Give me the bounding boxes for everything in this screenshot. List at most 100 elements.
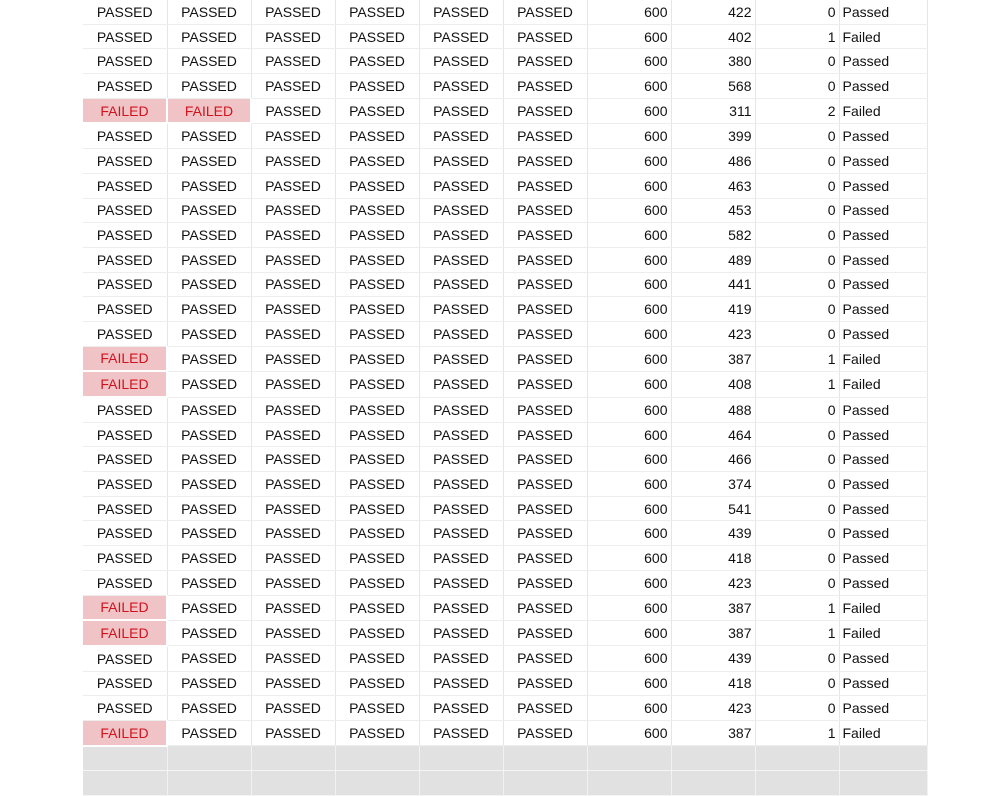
cell-check-3[interactable]: PASSED	[251, 98, 336, 124]
cell-limit[interactable]: 600	[587, 720, 672, 747]
empty-cell[interactable]	[251, 770, 336, 796]
empty-cell[interactable]	[335, 770, 420, 796]
cell-limit[interactable]: 600	[587, 24, 672, 50]
cell-limit[interactable]: 600	[587, 272, 672, 298]
cell-check-1[interactable]: PASSED	[83, 173, 168, 199]
cell-check-2[interactable]: PASSED	[167, 446, 252, 473]
cell-value[interactable]: 374	[671, 471, 756, 497]
cell-check-6[interactable]: PASSED	[503, 173, 588, 199]
cell-check-3[interactable]: PASSED	[251, 496, 336, 522]
cell-check-6[interactable]: PASSED	[503, 198, 588, 224]
cell-check-1[interactable]: PASSED	[83, 148, 168, 174]
cell-check-4[interactable]: PASSED	[335, 496, 420, 522]
empty-cell[interactable]	[83, 770, 168, 796]
cell-fail-count[interactable]: 0	[755, 272, 840, 298]
cell-limit[interactable]: 600	[587, 0, 672, 25]
cell-result[interactable]: Passed	[839, 397, 928, 423]
empty-cell[interactable]	[839, 770, 928, 796]
cell-limit[interactable]: 600	[587, 545, 672, 571]
cell-check-5[interactable]: PASSED	[419, 222, 504, 248]
cell-result[interactable]: Failed	[839, 720, 928, 747]
cell-result[interactable]: Passed	[839, 645, 928, 672]
cell-result[interactable]: Passed	[839, 496, 928, 522]
cell-fail-count[interactable]: 0	[755, 545, 840, 571]
empty-cell[interactable]	[755, 745, 840, 772]
cell-check-2[interactable]: PASSED	[167, 0, 252, 25]
cell-check-3[interactable]: PASSED	[251, 422, 336, 448]
cell-limit[interactable]: 600	[587, 296, 672, 322]
cell-result[interactable]: Passed	[839, 446, 928, 473]
cell-check-1[interactable]: PASSED	[83, 272, 168, 298]
cell-check-6[interactable]: PASSED	[503, 545, 588, 571]
cell-value[interactable]: 423	[671, 570, 756, 596]
cell-result[interactable]: Passed	[839, 73, 928, 99]
cell-check-6[interactable]: PASSED	[503, 496, 588, 522]
cell-fail-count[interactable]: 0	[755, 0, 840, 25]
cell-check-2[interactable]: PASSED	[167, 24, 252, 50]
cell-value[interactable]: 387	[671, 595, 756, 621]
cell-result[interactable]: Failed	[839, 620, 928, 647]
cell-check-3[interactable]: PASSED	[251, 645, 336, 672]
cell-fail-count[interactable]: 0	[755, 222, 840, 248]
cell-check-5[interactable]: PASSED	[419, 645, 504, 672]
cell-check-1[interactable]: PASSED	[83, 545, 168, 571]
empty-cell[interactable]	[503, 770, 588, 796]
cell-limit[interactable]: 600	[587, 321, 672, 347]
empty-cell[interactable]	[419, 770, 504, 796]
cell-check-1[interactable]: PASSED	[83, 645, 168, 672]
cell-result[interactable]: Passed	[839, 123, 928, 150]
cell-fail-count[interactable]: 0	[755, 496, 840, 522]
cell-check-4[interactable]: PASSED	[335, 272, 420, 298]
cell-result[interactable]: Passed	[839, 272, 928, 298]
cell-result[interactable]: Passed	[839, 520, 928, 547]
cell-check-3[interactable]: PASSED	[251, 520, 336, 547]
cell-limit[interactable]: 600	[587, 570, 672, 596]
cell-check-3[interactable]: PASSED	[251, 222, 336, 248]
cell-check-5[interactable]: PASSED	[419, 198, 504, 224]
cell-check-4[interactable]: PASSED	[335, 471, 420, 497]
cell-limit[interactable]: 600	[587, 73, 672, 99]
cell-check-2[interactable]: FAILED	[167, 98, 252, 125]
empty-cell[interactable]	[587, 745, 672, 772]
cell-check-6[interactable]: PASSED	[503, 371, 588, 398]
cell-check-1[interactable]: PASSED	[83, 48, 168, 75]
cell-fail-count[interactable]: 0	[755, 296, 840, 322]
cell-result[interactable]: Passed	[839, 671, 928, 697]
cell-check-5[interactable]: PASSED	[419, 496, 504, 522]
cell-check-3[interactable]: PASSED	[251, 570, 336, 596]
cell-check-1[interactable]: PASSED	[83, 73, 168, 99]
cell-limit[interactable]: 600	[587, 98, 672, 124]
cell-result[interactable]: Failed	[839, 346, 928, 372]
cell-value[interactable]: 463	[671, 173, 756, 199]
cell-check-4[interactable]: PASSED	[335, 296, 420, 322]
cell-value[interactable]: 418	[671, 671, 756, 697]
cell-check-6[interactable]: PASSED	[503, 720, 588, 747]
cell-check-5[interactable]: PASSED	[419, 173, 504, 199]
cell-check-2[interactable]: PASSED	[167, 123, 252, 150]
cell-check-4[interactable]: PASSED	[335, 446, 420, 473]
cell-limit[interactable]: 600	[587, 397, 672, 423]
cell-value[interactable]: 439	[671, 520, 756, 547]
cell-check-1[interactable]: PASSED	[83, 471, 168, 497]
cell-value[interactable]: 582	[671, 222, 756, 248]
cell-check-4[interactable]: PASSED	[335, 24, 420, 50]
cell-check-3[interactable]: PASSED	[251, 471, 336, 497]
cell-check-5[interactable]: PASSED	[419, 48, 504, 75]
cell-value[interactable]: 422	[671, 0, 756, 25]
cell-check-6[interactable]: PASSED	[503, 645, 588, 672]
cell-check-5[interactable]: PASSED	[419, 422, 504, 448]
cell-check-5[interactable]: PASSED	[419, 620, 504, 647]
cell-check-1[interactable]: PASSED	[83, 570, 168, 596]
cell-check-2[interactable]: PASSED	[167, 595, 252, 621]
cell-check-6[interactable]: PASSED	[503, 296, 588, 322]
cell-check-2[interactable]: PASSED	[167, 695, 252, 721]
cell-check-5[interactable]: PASSED	[419, 446, 504, 473]
cell-result[interactable]: Passed	[839, 422, 928, 448]
cell-check-2[interactable]: PASSED	[167, 520, 252, 547]
cell-check-1[interactable]: PASSED	[83, 422, 168, 448]
empty-cell[interactable]	[251, 745, 336, 772]
cell-check-5[interactable]: PASSED	[419, 671, 504, 697]
cell-fail-count[interactable]: 2	[755, 98, 840, 124]
cell-fail-count[interactable]: 0	[755, 73, 840, 99]
empty-cell[interactable]	[755, 770, 840, 796]
